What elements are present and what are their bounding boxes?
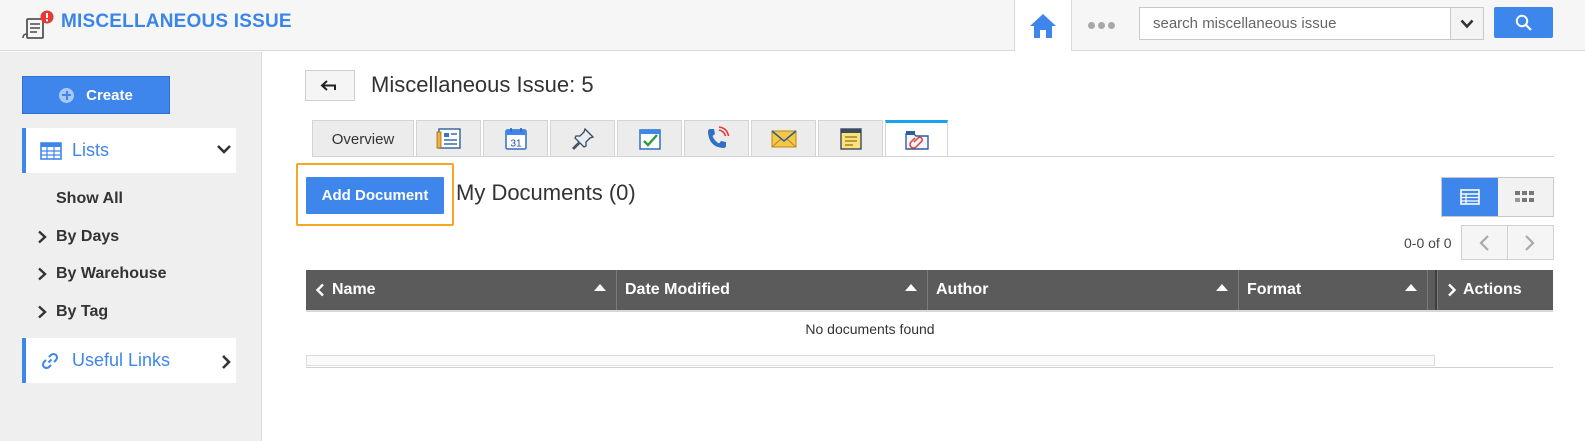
create-button[interactable]: Create (22, 76, 170, 114)
sort-up-icon (594, 284, 606, 291)
task-check-icon (638, 129, 661, 150)
sidebar-item-label: By Tag (56, 303, 109, 320)
back-arrow-icon (320, 79, 336, 91)
search-input[interactable] (1140, 8, 1451, 39)
pager-count: 0-0 of 0 (1404, 235, 1452, 251)
app-logo-icon (22, 10, 56, 40)
plus-circle-icon (59, 87, 75, 103)
add-document-label: Add Document (321, 187, 429, 204)
previous-page-button[interactable] (1462, 226, 1508, 259)
add-document-button[interactable]: Add Document (306, 177, 444, 214)
chevron-left-icon (1479, 234, 1490, 251)
dot-icon (1107, 21, 1115, 29)
table-bottom-border (306, 367, 1553, 368)
search-box (1139, 7, 1484, 40)
search-filter-dropdown[interactable] (1450, 8, 1483, 39)
search-icon (1515, 14, 1532, 31)
chevron-down-icon (1460, 19, 1474, 28)
top-bar: MISCELLANEOUS ISSUE (0, 0, 1585, 51)
grid-view-icon (1515, 191, 1535, 202)
back-button[interactable] (305, 70, 355, 101)
chevron-right-icon (37, 230, 51, 244)
sidebar-item-by-days[interactable]: By Days (37, 228, 119, 246)
chevron-right-icon (37, 267, 51, 281)
tab-calendar[interactable]: 31 (483, 120, 548, 157)
attachment-icon (904, 131, 929, 150)
lists-label: Lists (72, 140, 110, 160)
sidebar-item-by-tag[interactable]: By Tag (37, 303, 108, 321)
tabs-divider (312, 156, 1554, 157)
record-tabs: Overview 31 (312, 120, 948, 157)
column-date-modified[interactable]: Date Modified (617, 270, 928, 310)
column-author[interactable]: Author (928, 270, 1239, 310)
pin-icon (571, 127, 594, 150)
app-title: MISCELLANEOUS ISSUE (61, 11, 292, 32)
create-button-label: Create (86, 86, 133, 104)
sidebar-item-label: Show All (56, 190, 123, 207)
home-icon (1030, 13, 1056, 38)
empty-table-message: No documents found (805, 321, 935, 337)
column-format[interactable]: Format (1239, 270, 1428, 310)
sort-up-icon (1216, 284, 1228, 291)
chevron-right-icon (1525, 234, 1535, 251)
chevron-right-icon (1448, 283, 1457, 297)
column-name[interactable]: Name (306, 270, 617, 310)
table-header-shadow (306, 310, 1553, 312)
column-label: Format (1247, 281, 1302, 298)
tab-pins[interactable] (550, 120, 615, 157)
column-label: Name (332, 281, 376, 298)
column-label: Author (936, 281, 989, 298)
column-actions[interactable]: Actions (1437, 270, 1553, 310)
tab-details[interactable] (416, 120, 481, 157)
documents-title: My Documents (0) (456, 180, 636, 205)
phone-call-icon (707, 126, 729, 148)
view-toggle (1441, 177, 1554, 217)
column-label: Date Modified (625, 281, 730, 298)
column-hidden-edge (1428, 270, 1437, 310)
dot-icon (1097, 21, 1105, 29)
sidebar-item-show-all[interactable]: Show All (56, 190, 123, 208)
link-icon (40, 351, 62, 371)
tab-calls[interactable] (684, 120, 749, 157)
sort-up-icon (905, 284, 917, 291)
column-label: Actions (1463, 281, 1522, 298)
page-title: Miscellaneous Issue: 5 (371, 72, 594, 97)
home-button[interactable] (1014, 0, 1072, 51)
chevron-left-icon (315, 283, 324, 297)
tab-overview[interactable]: Overview (312, 120, 414, 157)
tab-emails[interactable] (751, 120, 816, 157)
tab-label: Overview (331, 130, 395, 148)
sidebar: Create Lists Show All By Days By Warehou… (0, 52, 262, 441)
tab-attachments[interactable] (885, 120, 948, 157)
useful-links-panel-header[interactable]: Useful Links (22, 338, 236, 383)
email-icon (770, 130, 797, 148)
lists-panel-header[interactable]: Lists (22, 128, 236, 173)
useful-links-label: Useful Links (72, 350, 171, 370)
list-view-icon (1459, 189, 1480, 205)
calendar-day-text: 31 (510, 139, 522, 150)
tab-tasks[interactable] (617, 120, 682, 157)
sidebar-item-label: By Warehouse (56, 265, 167, 282)
more-options-button[interactable] (1086, 14, 1116, 36)
chevron-right-icon (37, 305, 51, 319)
sidebar-item-label: By Days (56, 228, 120, 245)
chevron-down-icon (217, 145, 231, 154)
list-view-button[interactable] (1442, 178, 1498, 216)
search-button[interactable] (1494, 7, 1553, 38)
horizontal-scrollbar[interactable] (306, 355, 1435, 366)
notes-icon (839, 128, 862, 150)
tab-notes[interactable] (818, 120, 883, 157)
next-page-button[interactable] (1508, 226, 1554, 259)
documents-table-header: Name Date Modified Author Format Actions (306, 270, 1553, 310)
details-icon (436, 128, 461, 149)
sidebar-item-by-warehouse[interactable]: By Warehouse (37, 265, 167, 283)
dot-icon (1087, 21, 1095, 29)
pager (1461, 225, 1554, 260)
calendar-icon: 31 (504, 128, 527, 150)
sort-up-icon (1405, 284, 1417, 291)
chevron-right-icon (222, 355, 231, 369)
table-icon (40, 141, 62, 161)
grid-view-button[interactable] (1497, 178, 1553, 216)
